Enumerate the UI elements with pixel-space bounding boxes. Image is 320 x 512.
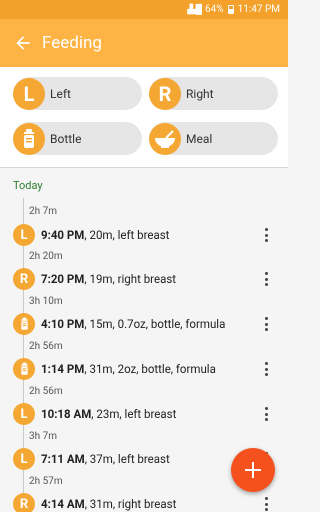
left-breast-button[interactable]: L Left [13,77,142,110]
left-label: Left [50,86,71,101]
entry-time: 7:20 PM [41,272,85,286]
interval-label: 2h 56m [29,341,63,352]
more-options-icon[interactable] [260,227,272,243]
interval-label: 2h 20m [29,251,63,262]
bottle-label: Bottle [50,131,82,146]
status-bar: ▗▙█ 64% 11:47 PM [0,0,288,19]
entry-time: 10:18 AM [41,407,92,421]
meal-label: Meal [186,131,213,146]
plus-icon [245,462,261,478]
entry-time: 7:11 AM [41,452,85,466]
list-item[interactable]: L 9:40 PM, 20m, left breast [13,224,283,246]
more-options-icon[interactable] [260,316,272,332]
right-breast-button[interactable]: R Right [149,77,278,110]
right-label: Right [186,86,214,101]
list-item[interactable]: R 7:20 PM, 19m, right breast [13,268,283,290]
entry-details: , 15m, 0.7oz, bottle, formula [84,317,226,331]
bottle-icon [13,358,35,380]
list-item[interactable]: 4:10 PM, 15m, 0.7oz, bottle, formula [13,313,283,335]
bottle-button[interactable]: Bottle [13,122,142,155]
entry-text: 4:10 PM, 15m, 0.7oz, bottle, formula [41,317,225,331]
more-options-icon[interactable] [260,496,272,512]
interval-label: 3h 10m [29,296,63,307]
entry-details: , 37m, left breast [84,452,170,466]
entry-details: , 20m, left breast [84,228,170,242]
quick-add-panel: L Left R Right Bottle Meal [0,67,288,168]
right-badge: R [149,77,181,110]
interval-label: 3h 7m [29,431,57,442]
entry-time: 9:40 PM [41,228,85,242]
entry-details: , 23m, left breast [91,407,177,421]
entry-time: 4:10 PM [41,317,85,331]
list-item[interactable]: 1:14 PM, 31m, 2oz, bottle, formula [13,358,283,380]
entry-text: 4:14 AM, 31m, right breast [41,497,176,511]
right-badge: R [13,268,35,290]
entry-details: , 19m, right breast [84,272,177,286]
entry-text: 10:18 AM, 23m, left breast [41,407,176,421]
add-feeding-button[interactable] [231,448,275,492]
section-title: Today [13,179,43,192]
list-item[interactable]: R 4:14 AM, 31m, right breast [13,493,283,512]
entry-time: 4:14 AM [41,497,85,511]
interval-label: 2h 56m [29,386,63,397]
left-badge: L [13,224,35,246]
page-title: Feeding [42,33,102,53]
signal-icon: ▗▙█ [183,5,202,15]
app-bar: Feeding [0,19,288,67]
entry-time: 1:14 PM [41,362,85,376]
more-options-icon[interactable] [260,361,272,377]
battery-percent: 64% [205,4,224,15]
list-item[interactable]: L 10:18 AM, 23m, left breast [13,403,283,425]
clock: 11:47 PM [237,4,280,15]
back-arrow-icon[interactable] [12,32,34,54]
entry-text: 7:11 AM, 37m, left breast [41,452,170,466]
entry-text: 9:40 PM, 20m, left breast [41,228,169,242]
bottle-icon [13,122,45,155]
entry-details: , 31m, right breast [84,497,177,511]
bowl-icon [149,122,181,155]
left-badge: L [13,448,35,470]
right-badge: R [13,493,35,512]
left-badge: L [13,403,35,425]
entry-details: , 31m, 2oz, bottle, formula [84,362,216,376]
entry-text: 7:20 PM, 19m, right breast [41,272,176,286]
interval-label: 2h 7m [29,206,57,217]
more-options-icon[interactable] [260,271,272,287]
meal-button[interactable]: Meal [149,122,278,155]
battery-icon [227,5,234,14]
entry-text: 1:14 PM, 31m, 2oz, bottle, formula [41,362,216,376]
left-badge: L [13,77,45,110]
interval-label: 2h 57m [29,476,63,487]
bottle-icon [13,313,35,335]
more-options-icon[interactable] [260,406,272,422]
